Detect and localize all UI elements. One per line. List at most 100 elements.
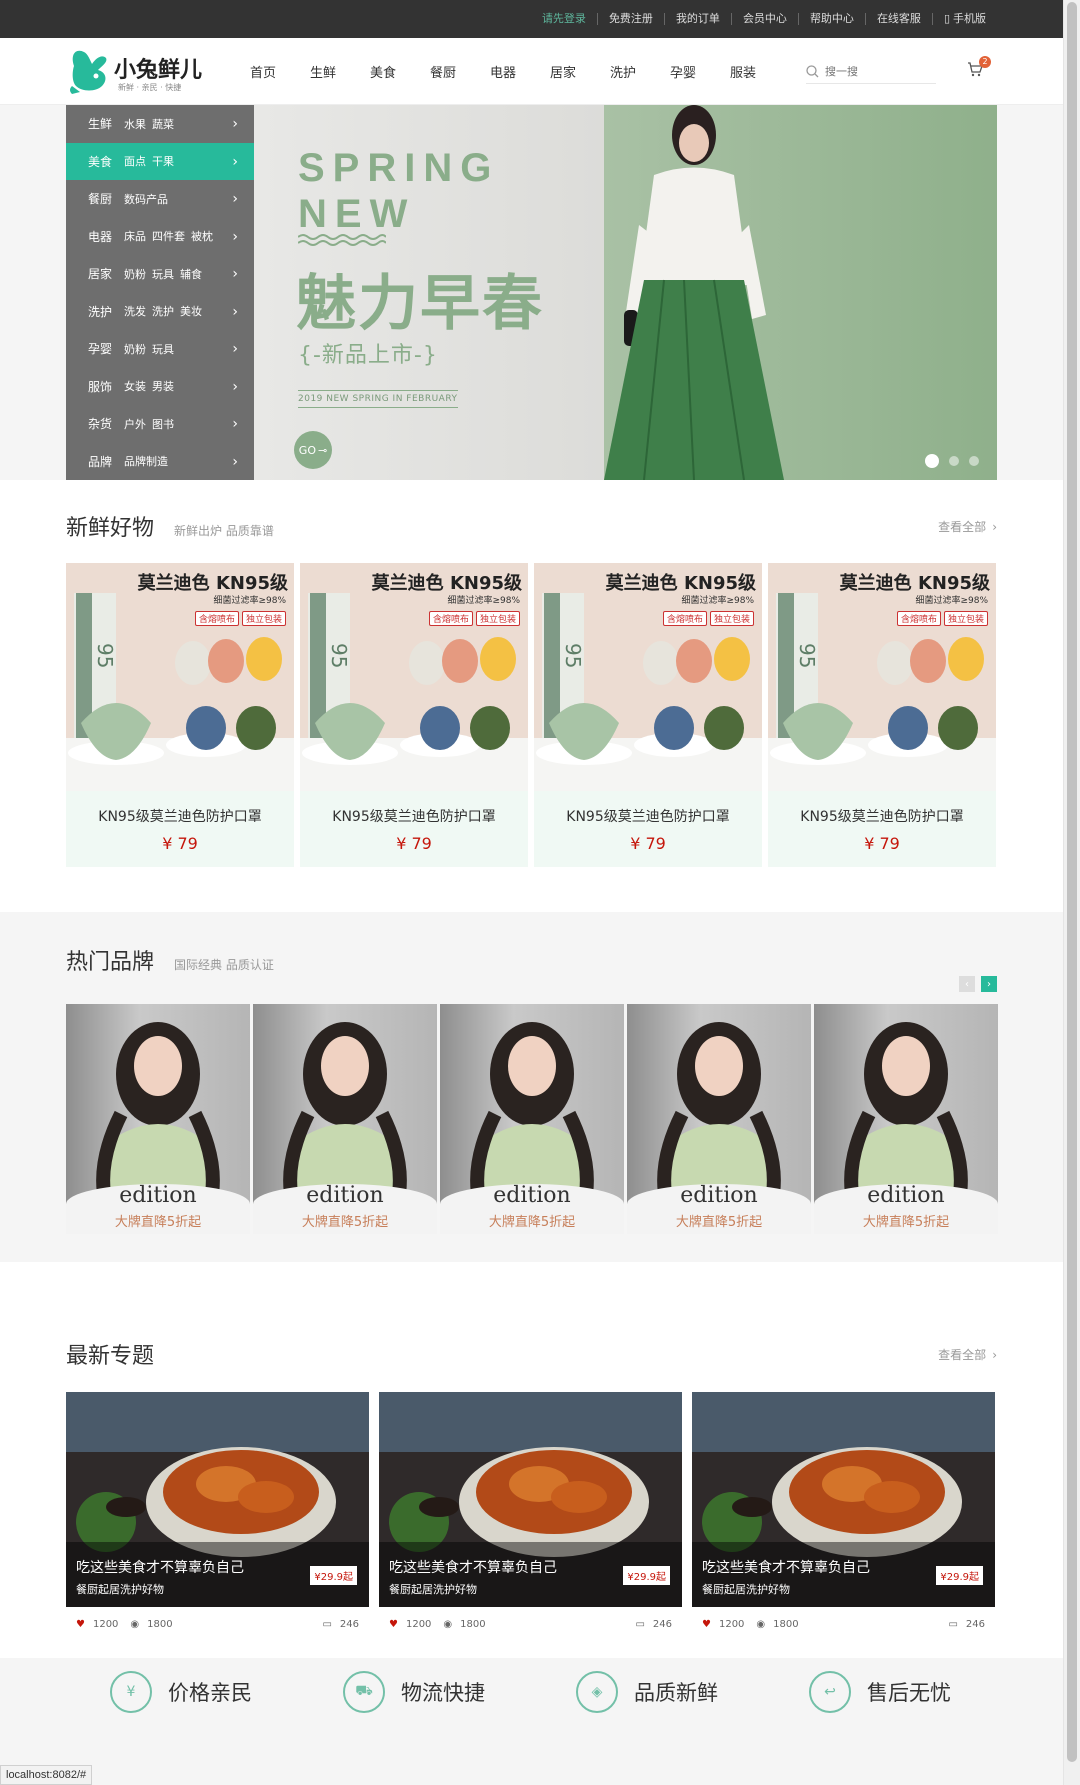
logo-slogan: 新鲜 · 亲民 · 快捷	[118, 83, 182, 92]
fresh-view-all-link[interactable]: 查看全部 ›	[938, 518, 997, 535]
category-item[interactable]: 洗护 洗发 洗护 美妆 ›	[66, 293, 254, 331]
category-item[interactable]: 孕婴 奶粉 玩具 ›	[66, 330, 254, 368]
heart-icon[interactable]: ♥	[76, 1619, 85, 1630]
page: 请先登录 免费注册 我的订单 会员中心 帮助中心 在线客服 ▯ 手机版 小兔鲜儿 …	[0, 0, 1063, 1785]
brand-list: edition 大牌直降5折起 edition 大牌直降5折起 edition …	[66, 1004, 998, 1234]
nav-item-home[interactable]: 首页	[233, 62, 293, 81]
topics-title: 最新专题	[66, 1344, 155, 1369]
brand-card[interactable]: edition 大牌直降5折起	[814, 1004, 998, 1234]
category-item[interactable]: 生鲜 水果 蔬菜 ›	[66, 105, 254, 143]
topic-price: ¥29.9起	[936, 1566, 983, 1585]
arrow-right-icon[interactable]: ›	[981, 976, 997, 992]
category-sub-link[interactable]: 品牌制造	[124, 453, 168, 469]
banner-go-button[interactable]: GO ⊸	[294, 431, 332, 469]
category-item[interactable]: 餐厨 数码产品 ›	[66, 180, 254, 218]
fresh-goods-list: 莫兰迪色 KN95级 细菌过滤率≥98% 含熔喷布 独立包装 95 KN95级莫…	[66, 563, 996, 867]
category-sub-link[interactable]: 奶粉	[124, 341, 146, 357]
product-price: ¥ 79	[630, 834, 666, 853]
brand-subtitle: 国际经典 品质认证	[174, 958, 274, 972]
nav-item-fresh[interactable]: 生鲜	[293, 62, 353, 81]
hero-carousel[interactable]: SPRING NEW 魅力早春 {-新品上市-} 2019 NEW SPRING …	[254, 105, 997, 480]
service-label: 品质新鲜	[634, 1680, 718, 1705]
category-sub-link[interactable]: 洗护	[152, 303, 174, 319]
category-sub-link[interactable]: 玩具	[152, 341, 174, 357]
topic-image: 吃这些美食才不算辜负自己 餐厨起居洗护好物 ¥29.9起	[379, 1392, 682, 1607]
topics-view-all-link[interactable]: 查看全部 ›	[938, 1346, 997, 1363]
nav-item-clothing[interactable]: 服装	[713, 62, 773, 81]
brand-promo: 大牌直降5折起	[114, 1215, 202, 1230]
category-sub-link[interactable]: 干果	[152, 153, 174, 169]
cart-button[interactable]: 2	[967, 56, 991, 80]
category-item[interactable]: 居家 奶粉 玩具 辅食 ›	[66, 255, 254, 293]
topic-title: 吃这些美食才不算辜负自己	[76, 1560, 244, 1576]
category-item[interactable]: 电器 床品 四件套 被枕 ›	[66, 218, 254, 256]
chevron-right-icon: ›	[232, 191, 238, 207]
product-name: KN95级莫兰迪色防护口罩	[566, 809, 730, 825]
login-link[interactable]: 请先登录	[531, 13, 597, 25]
nav-item-food[interactable]: 美食	[353, 62, 413, 81]
brand-card[interactable]: edition 大牌直降5折起	[66, 1004, 250, 1234]
online-service-link[interactable]: 在线客服	[864, 13, 932, 25]
my-orders-link[interactable]: 我的订单	[663, 13, 731, 25]
carousel-dot[interactable]	[925, 454, 939, 468]
category-sub-link[interactable]: 玩具	[152, 266, 174, 282]
category-sub-link[interactable]: 户外	[124, 416, 146, 432]
category-item[interactable]: 品牌 品牌制造 ›	[66, 443, 254, 481]
product-card[interactable]: 莫兰迪色 KN95级 细菌过滤率≥98% 含熔喷布 独立包装 95 KN95级莫…	[534, 563, 762, 867]
category-item[interactable]: 杂货 户外 图书 ›	[66, 405, 254, 443]
topic-card[interactable]: 吃这些美食才不算辜负自己 餐厨起居洗护好物 ¥29.9起 ♥ 1200 ◉ 1800…	[692, 1392, 995, 1642]
category-sub-link[interactable]: 辅食	[180, 266, 202, 282]
topic-card[interactable]: 吃这些美食才不算辜负自己 餐厨起居洗护好物 ¥29.9起 ♥ 1200 ◉ 1800…	[379, 1392, 682, 1642]
category-sub-link[interactable]: 蔬菜	[152, 116, 174, 132]
category-sub-link[interactable]: 奶粉	[124, 266, 146, 282]
chevron-right-icon: ›	[992, 1347, 997, 1362]
category-sub-link[interactable]: 图书	[152, 416, 174, 432]
product-card[interactable]: 莫兰迪色 KN95级 细菌过滤率≥98% 含熔喷布 独立包装 95 KN95级莫…	[300, 563, 528, 867]
category-sub-link[interactable]: 女装	[124, 378, 146, 394]
carousel-dot[interactable]	[969, 456, 979, 466]
topic-card[interactable]: 吃这些美食才不算辜负自己 餐厨起居洗护好物 ¥29.9起 ♥ 1200 ◉ 1800…	[66, 1392, 369, 1642]
nav-item-kitchen[interactable]: 餐厨	[413, 62, 473, 81]
category-sub-link[interactable]: 水果	[124, 116, 146, 132]
fresh-subtitle: 新鲜出炉 品质靠谱	[174, 524, 274, 538]
brand-card[interactable]: edition 大牌直降5折起	[253, 1004, 437, 1234]
product-card[interactable]: 莫兰迪色 KN95级 细菌过滤率≥98% 含熔喷布 独立包装 95 KN95级莫…	[768, 563, 996, 867]
category-sub-link[interactable]: 被枕	[191, 228, 213, 244]
product-image: 莫兰迪色 KN95级 细菌过滤率≥98% 含熔喷布 独立包装 95	[768, 563, 996, 791]
chevron-right-icon: ›	[232, 266, 238, 282]
brand-card[interactable]: edition 大牌直降5折起	[440, 1004, 624, 1234]
help-center-link[interactable]: 帮助中心	[797, 13, 865, 25]
scrollbar-thumb[interactable]	[1067, 2, 1077, 1762]
product-card[interactable]: 莫兰迪色 KN95级 细菌过滤率≥98% 含熔喷布 独立包装 95 KN95级莫…	[66, 563, 294, 867]
search-input[interactable]	[825, 65, 925, 78]
arrow-left-icon[interactable]: ‹	[959, 976, 975, 992]
carousel-dot[interactable]	[949, 456, 959, 466]
nav-item-appliance[interactable]: 电器	[473, 62, 533, 81]
member-center-link[interactable]: 会员中心	[730, 13, 798, 25]
category-item[interactable]: 美食 面点 干果 ›	[66, 142, 254, 180]
category-sub-link[interactable]: 床品	[124, 228, 146, 244]
category-item[interactable]: 服饰 女装 男装 ›	[66, 368, 254, 406]
category-sub-link[interactable]: 四件套	[152, 228, 185, 244]
nav-item-home-living[interactable]: 居家	[533, 62, 593, 81]
category-sub-link[interactable]: 男装	[152, 378, 174, 394]
category-sub-link[interactable]: 面点	[124, 153, 146, 169]
chevron-right-icon: ›	[232, 228, 238, 245]
scrollbar[interactable]	[1063, 0, 1080, 1785]
product-name: KN95级莫兰迪色防护口罩	[332, 809, 496, 825]
nav-item-care[interactable]: 洗护	[593, 62, 653, 81]
nav-item-baby[interactable]: 孕婴	[653, 62, 713, 81]
register-link[interactable]: 免费注册	[596, 13, 664, 25]
mobile-link[interactable]: ▯ 手机版	[931, 13, 997, 25]
category-sub-link[interactable]: 洗发	[124, 303, 146, 319]
service-item: ⛟ 物流快捷	[343, 1628, 576, 1755]
category-sub-link[interactable]: 数码产品	[124, 191, 168, 207]
model-image	[604, 105, 784, 480]
site-logo[interactable]: 小兔鲜儿 新鲜 · 亲民 · 快捷	[66, 44, 216, 100]
brand-card[interactable]: edition 大牌直降5折起	[627, 1004, 811, 1234]
product-name: KN95级莫兰迪色防护口罩	[98, 809, 262, 825]
search-icon[interactable]	[806, 65, 819, 78]
banner-spring-text: SPRING NEW	[298, 146, 500, 236]
category-sub-link[interactable]: 美妆	[180, 303, 202, 319]
chevron-right-icon: ›	[232, 341, 238, 357]
